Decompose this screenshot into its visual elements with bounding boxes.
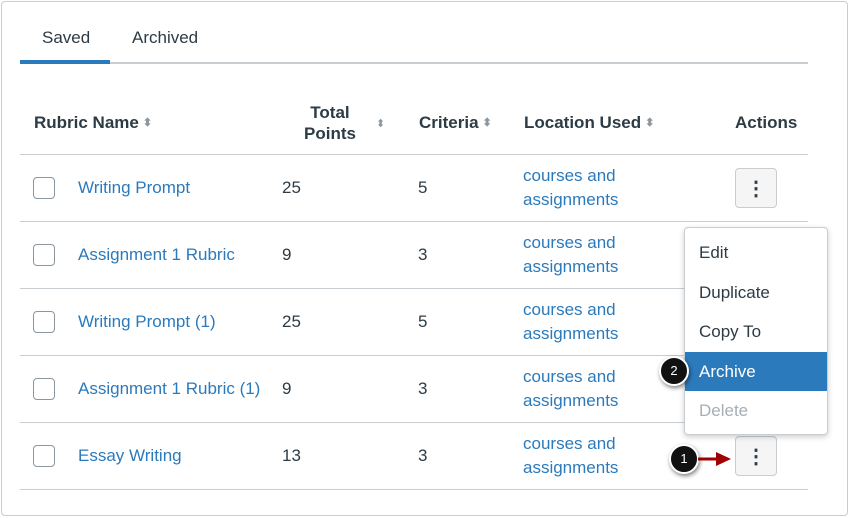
header-rubric-name[interactable]: Rubric Name ⬍ <box>34 113 152 133</box>
header-label: Location Used <box>524 113 642 132</box>
header-label: Rubric Name <box>34 113 139 132</box>
row-checkbox[interactable] <box>33 311 55 333</box>
menu-item-delete: Delete <box>699 401 749 420</box>
tab-saved[interactable]: Saved <box>42 28 90 48</box>
criteria-count: 3 <box>418 446 428 465</box>
header-divider <box>20 154 808 155</box>
tab-archived[interactable]: Archived <box>132 28 198 48</box>
menu-item-duplicate[interactable]: Duplicate <box>685 273 827 313</box>
location-line[interactable]: assignments <box>523 456 618 480</box>
callout-2: 2 <box>659 356 689 386</box>
callout-1: 1 <box>669 444 699 474</box>
location-line[interactable]: courses and <box>523 432 618 456</box>
row-checkbox[interactable] <box>33 378 55 400</box>
actions-kebab-button[interactable]: ⋮ <box>735 168 777 208</box>
criteria-count: 3 <box>418 379 428 398</box>
rubric-name-link[interactable]: Essay Writing <box>78 446 182 466</box>
row-checkbox[interactable] <box>33 244 55 266</box>
location-link[interactable]: courses and assignments <box>523 365 618 413</box>
tab-divider <box>20 62 808 64</box>
total-points: 25 <box>282 178 301 197</box>
menu-item-copy-to[interactable]: Copy To <box>685 312 827 352</box>
rubric-name-link[interactable]: Writing Prompt <box>78 178 190 198</box>
total-points: 25 <box>282 312 301 331</box>
location-line[interactable]: assignments <box>523 255 618 279</box>
location-line[interactable]: courses and <box>523 365 618 389</box>
criteria-count: 3 <box>418 245 428 264</box>
header-location[interactable]: Location Used ⬍ <box>524 113 654 133</box>
total-points: 9 <box>282 245 292 264</box>
menu-item-edit[interactable]: Edit <box>685 233 827 273</box>
header-criteria[interactable]: Criteria ⬍ <box>419 113 492 133</box>
criteria-count: 5 <box>418 178 428 197</box>
location-line[interactable]: assignments <box>523 322 618 346</box>
header-label: Points <box>304 124 356 143</box>
menu-item-archive[interactable]: Archive <box>685 351 827 391</box>
total-points: 13 <box>282 446 301 465</box>
location-line[interactable]: courses and <box>523 164 618 188</box>
location-line[interactable]: assignments <box>523 188 618 212</box>
header-label: Total <box>310 103 350 122</box>
kebab-icon: ⋮ <box>746 177 766 200</box>
sort-icon: ⬍ <box>645 117 655 129</box>
location-link[interactable]: courses and assignments <box>523 231 618 279</box>
location-link[interactable]: courses and assignments <box>523 432 618 480</box>
actions-kebab-button[interactable]: ⋮ <box>735 436 777 476</box>
row-checkbox[interactable] <box>33 445 55 467</box>
location-link[interactable]: courses and assignments <box>523 298 618 346</box>
row-divider <box>20 221 808 222</box>
arrow-icon <box>698 452 731 466</box>
rubric-name-link[interactable]: Assignment 1 Rubric <box>78 245 235 265</box>
actions-menu: Edit Duplicate Copy To Archive Delete <box>684 227 828 435</box>
location-link[interactable]: courses and assignments <box>523 164 618 212</box>
location-line[interactable]: assignments <box>523 389 618 413</box>
sort-icon: ⬍ <box>142 117 153 129</box>
header-label: Criteria <box>419 113 479 132</box>
row-checkbox[interactable] <box>33 177 55 199</box>
row-divider <box>20 489 808 490</box>
rubric-name-link[interactable]: Assignment 1 Rubric (1) <box>78 379 260 399</box>
total-points: 9 <box>282 379 292 398</box>
kebab-icon: ⋮ <box>746 445 766 468</box>
rubric-name-link[interactable]: Writing Prompt (1) <box>78 312 216 332</box>
location-line[interactable]: courses and <box>523 231 618 255</box>
sort-icon[interactable]: ⬍ <box>376 117 385 130</box>
active-tab-indicator <box>20 60 110 64</box>
header-actions: Actions <box>735 113 798 132</box>
criteria-count: 5 <box>418 312 428 331</box>
header-total-points[interactable]: Total Points <box>304 102 356 144</box>
sort-icon: ⬍ <box>482 117 492 129</box>
location-line[interactable]: courses and <box>523 298 618 322</box>
